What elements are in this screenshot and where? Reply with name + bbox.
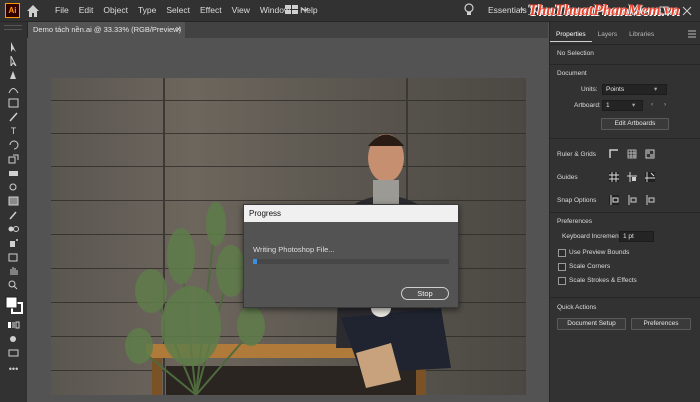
menu-file[interactable]: File (50, 0, 74, 21)
lightbulb-icon[interactable] (463, 3, 475, 17)
lock-guides-icon[interactable] (627, 172, 637, 182)
use-preview-bounds-label: Use Preview Bounds (569, 249, 630, 256)
use-preview-bounds-checkbox[interactable] (558, 249, 566, 257)
document-setup-button[interactable]: Document Setup (557, 318, 626, 330)
hand-tool-icon[interactable] (7, 266, 20, 276)
document-heading: Document (557, 70, 587, 77)
artboard-label: Artboard: (574, 102, 601, 109)
zoom-tool-icon[interactable] (7, 280, 20, 290)
preferences-heading: Preferences (557, 218, 593, 225)
puppet-warp-tool-icon[interactable] (7, 182, 20, 192)
gradient-tool-icon[interactable] (7, 196, 20, 206)
artboard-tool-icon[interactable] (7, 252, 20, 262)
snap-options-label: Snap Options (557, 197, 597, 204)
symbol-sprayer-tool-icon[interactable] (7, 238, 20, 248)
menu-view[interactable]: View (227, 0, 255, 21)
menu-type[interactable]: Type (133, 0, 161, 21)
blend-tool-icon[interactable] (7, 224, 20, 234)
maximize-icon[interactable] (655, 0, 673, 21)
grid-icon[interactable] (627, 149, 637, 159)
menu-effect[interactable]: Effect (195, 0, 227, 21)
progress-bar-fill (253, 259, 257, 264)
smart-guides-icon[interactable] (645, 172, 655, 182)
close-icon[interactable] (678, 0, 696, 21)
scale-strokes-effects-checkbox[interactable] (558, 277, 566, 285)
fill-stroke-swatch[interactable] (4, 295, 24, 315)
type-tool-icon[interactable]: T (7, 126, 20, 136)
home-icon[interactable] (25, 3, 41, 18)
minimize-icon[interactable] (633, 0, 651, 21)
scale-strokes-effects-label: Scale Strokes & Effects (569, 277, 637, 284)
tab-layers[interactable]: Layers (592, 28, 624, 42)
color-mode-icon[interactable] (7, 320, 20, 330)
properties-panel: Properties Layers Libraries No Selection… (549, 22, 700, 402)
menu-object[interactable]: Object (98, 0, 133, 21)
ruler-icon[interactable] (609, 149, 619, 159)
toolbar-grip[interactable] (4, 25, 22, 30)
scale-corners-checkbox[interactable] (558, 263, 566, 271)
chevron-down-icon[interactable]: ▾ (654, 85, 657, 93)
snap-to-pixel-icon[interactable] (627, 195, 637, 205)
panel-menu-icon[interactable] (688, 30, 696, 38)
guides-label: Guides (557, 174, 578, 181)
progress-message: Writing Photoshop File... (253, 245, 335, 254)
panel-tabs: Properties Layers Libraries (550, 28, 660, 42)
menu-select[interactable]: Select (161, 0, 195, 21)
eyedropper-tool-icon[interactable] (7, 210, 20, 220)
selection-status: No Selection (557, 50, 594, 57)
illustrator-logo: Ai (5, 3, 20, 18)
next-artboard-icon[interactable]: › (664, 101, 666, 108)
dialog-title: Progress (244, 205, 458, 222)
chevron-down-icon[interactable]: ▾ (520, 0, 524, 21)
stop-button[interactable]: Stop (401, 287, 449, 300)
more-tools-icon[interactable]: ••• (7, 364, 20, 374)
progress-dialog: Progress Writing Photoshop File... Stop (243, 204, 459, 308)
direct-selection-tool-icon[interactable] (7, 56, 20, 66)
menu-edit[interactable]: Edit (74, 0, 99, 21)
arrange-documents-icon[interactable] (285, 4, 309, 16)
units-label: Units: (581, 86, 598, 93)
ruler-grids-label: Ruler & Grids (557, 151, 597, 158)
pen-tool-icon[interactable] (7, 70, 20, 80)
document-tab[interactable]: Demo tách nền.ai @ 33.33% (RGB/Preview) … (27, 22, 185, 38)
previous-artboard-icon[interactable]: ‹ (651, 101, 653, 108)
transparency-grid-icon[interactable] (645, 149, 655, 159)
selection-tool-icon[interactable] (7, 42, 20, 52)
quick-actions-heading: Quick Actions (557, 304, 597, 311)
scale-corners-label: Scale Corners (569, 263, 611, 270)
scale-tool-icon[interactable] (7, 154, 20, 164)
screen-mode-icon[interactable] (7, 348, 20, 358)
preferences-button[interactable]: Preferences (631, 318, 691, 330)
rectangle-tool-icon[interactable] (7, 98, 20, 108)
main-menu: File Edit Object Type Select Effect View… (50, 0, 323, 21)
rotate-tool-icon[interactable] (7, 140, 20, 150)
document-tab-bar: Demo tách nền.ai @ 33.33% (RGB/Preview) … (27, 22, 548, 38)
snap-to-glyph-icon[interactable] (645, 195, 655, 205)
curvature-tool-icon[interactable] (7, 84, 20, 94)
artboard-select[interactable]: 1 (602, 100, 643, 111)
menu-bar: Ai File Edit Object Type Select Effect V… (0, 0, 700, 22)
tab-properties[interactable]: Properties (550, 28, 592, 42)
progress-bar (253, 259, 449, 264)
draw-mode-icon[interactable] (7, 334, 20, 344)
edit-artboards-button[interactable]: Edit Artboards (601, 118, 669, 130)
keyboard-increment-label: Keyboard Increment: (562, 233, 623, 240)
document-tab-label: Demo tách nền.ai @ 33.33% (RGB/Preview) (33, 25, 182, 34)
snap-to-point-icon[interactable] (609, 195, 619, 205)
paintbrush-tool-icon[interactable] (7, 112, 20, 122)
tools-panel: T ••• (0, 22, 28, 402)
chevron-down-icon[interactable]: ▾ (632, 101, 635, 109)
close-tab-icon[interactable]: ✕ (175, 22, 182, 38)
eraser-tool-icon[interactable] (7, 168, 20, 178)
keyboard-increment-input[interactable]: 1 pt (619, 231, 654, 242)
show-guides-icon[interactable] (609, 172, 619, 182)
tab-libraries[interactable]: Libraries (623, 28, 660, 42)
